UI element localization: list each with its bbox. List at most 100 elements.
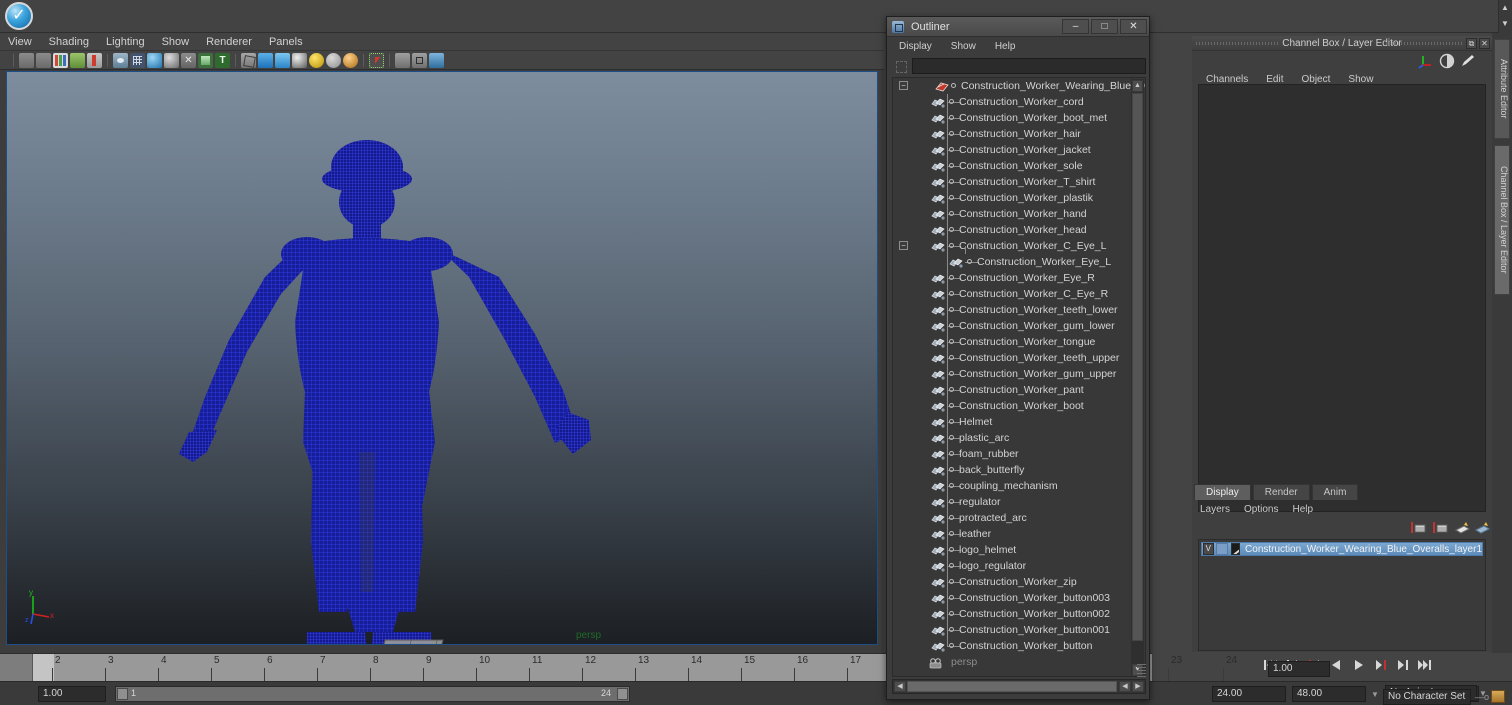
outliner-item[interactable]: back_butterfly xyxy=(893,462,1131,478)
layer-list[interactable]: V Construction_Worker_Wearing_Blue_Overa… xyxy=(1198,539,1486,651)
sphere-blue-icon[interactable] xyxy=(147,52,162,68)
layer-playback-toggle[interactable] xyxy=(1215,543,1228,555)
cube-solid-icon[interactable] xyxy=(258,52,273,68)
outliner-expand-toggle[interactable]: − xyxy=(899,81,908,90)
sphere-gray-icon[interactable] xyxy=(164,52,179,68)
range-end-handle[interactable] xyxy=(617,688,628,700)
outliner-close-button[interactable]: ✕ xyxy=(1120,19,1147,34)
step-forward-frame-icon[interactable] xyxy=(1372,657,1389,673)
film-icon[interactable] xyxy=(292,52,307,68)
axis-move-icon[interactable] xyxy=(1417,53,1434,69)
tab-render[interactable]: Render xyxy=(1252,484,1310,500)
character-set-field[interactable]: No Character Set xyxy=(1383,689,1471,705)
layer-down-icon[interactable] xyxy=(1474,520,1491,536)
outliner-item[interactable]: − Construction_Worker_Wearing_Blue_Overal… xyxy=(893,78,1145,94)
outliner-item[interactable]: Construction_Worker_plastik xyxy=(893,190,1131,206)
grid-icon[interactable] xyxy=(130,52,145,68)
outliner-item[interactable]: foam_rubber xyxy=(893,446,1131,462)
shading-leaf-icon[interactable] xyxy=(70,52,85,68)
camera-attributes-icon[interactable] xyxy=(36,52,51,68)
outliner-item[interactable]: Construction_Worker_teeth_lower xyxy=(893,302,1131,318)
outliner-item[interactable]: logo_regulator xyxy=(893,558,1131,574)
light-yellow-icon[interactable] xyxy=(309,52,324,68)
outliner-item[interactable]: Construction_Worker_pant xyxy=(893,382,1131,398)
outliner-item[interactable]: Construction_Worker_zip xyxy=(893,574,1131,590)
outliner-item[interactable]: − Construction_Worker_C_Eye_L xyxy=(893,238,1131,254)
step-forward-keyframe-icon[interactable] xyxy=(1394,657,1411,673)
outliner-expand-toggle[interactable]: − xyxy=(899,241,908,250)
outliner-item[interactable]: Construction_Worker_head xyxy=(893,222,1131,238)
outliner-item[interactable]: coupling_mechanism xyxy=(893,478,1131,494)
outliner-item[interactable]: Construction_Worker_boot_met xyxy=(893,110,1131,126)
share-icon[interactable] xyxy=(429,52,444,68)
xray-eye-icon[interactable] xyxy=(113,52,128,68)
vtab-attribute-editor[interactable]: Attribute Editor xyxy=(1494,39,1510,139)
outliner-vertical-scrollbar[interactable]: ▲ ▼ xyxy=(1131,79,1144,676)
layer-menu-options[interactable]: Options xyxy=(1244,504,1278,515)
key-link-icon[interactable]: —o xyxy=(1475,692,1489,702)
auto-key-icon[interactable] xyxy=(1491,690,1505,703)
outliner-menu-help[interactable]: Help xyxy=(995,41,1016,52)
search-filter-icon[interactable] xyxy=(892,58,910,74)
tab-anim[interactable]: Anim xyxy=(1311,484,1359,500)
cube-shaded-icon[interactable] xyxy=(275,52,290,68)
light-orange-icon[interactable] xyxy=(343,52,358,68)
outliner-item[interactable]: Construction_Worker_jacket xyxy=(893,142,1131,158)
viewport-menu-shading[interactable]: Shading xyxy=(49,36,89,48)
selection-highlight-icon[interactable] xyxy=(369,52,384,68)
display-bars-icon[interactable] xyxy=(53,52,68,68)
outliner-item[interactable]: Construction_Worker_tongue xyxy=(893,334,1131,350)
current-frame-field[interactable]: 1.00 xyxy=(38,686,106,702)
outliner-item[interactable]: Construction_Worker_cord xyxy=(893,94,1131,110)
outliner-item[interactable]: regulator xyxy=(893,494,1131,510)
outliner-item[interactable]: Helmet xyxy=(893,414,1131,430)
outliner-item[interactable]: Construction_Worker_T_shirt xyxy=(893,174,1131,190)
layer-menu-help[interactable]: Help xyxy=(1292,504,1313,515)
outliner-item[interactable]: Construction_Worker_button002 xyxy=(893,606,1131,622)
outliner-horizontal-scrollbar[interactable]: ◀ ◀ ▶ xyxy=(892,679,1146,694)
pin-icon[interactable] xyxy=(87,52,102,68)
scroll-right-button-b[interactable]: ▶ xyxy=(1132,681,1144,692)
viewport-menu-panels[interactable]: Panels xyxy=(269,36,303,48)
outliner-menu-display[interactable]: Display xyxy=(899,41,932,52)
channel-box-undock-button[interactable]: ⧉ xyxy=(1466,38,1477,49)
pencil-icon[interactable] xyxy=(1459,53,1476,69)
outliner-item[interactable]: Construction_Worker_button003 xyxy=(893,590,1131,606)
outliner-item[interactable]: protracted_arc xyxy=(893,510,1131,526)
outliner-item[interactable]: Construction_Worker_boot xyxy=(893,398,1131,414)
channel-box-attribute-area[interactable] xyxy=(1198,84,1486,512)
outliner-item[interactable]: Construction_Worker_gum_lower xyxy=(893,318,1131,334)
outliner-hscroll-thumb[interactable] xyxy=(907,681,1117,692)
polygon-icon[interactable] xyxy=(241,52,256,68)
time-slider-current-cursor[interactable] xyxy=(33,654,54,682)
viewport-menu-view[interactable]: View xyxy=(8,36,32,48)
anim-end-field[interactable]: 48.00 xyxy=(1292,686,1366,702)
outliner-minimize-button[interactable]: – xyxy=(1062,19,1089,34)
outliner-maximize-button[interactable]: □ xyxy=(1091,19,1118,34)
outliner-search-input[interactable] xyxy=(912,58,1146,74)
viewport-menu-lighting[interactable]: Lighting xyxy=(106,36,145,48)
outliner-item[interactable]: Construction_Worker_hair xyxy=(893,126,1131,142)
3d-viewport[interactable]: y x z xyxy=(6,71,878,645)
tab-display[interactable]: Display xyxy=(1194,484,1251,500)
layer-visibility-toggle[interactable]: V xyxy=(1203,543,1214,555)
new-layer-icon[interactable] xyxy=(1410,520,1427,536)
playback-speed-field[interactable]: 1.00 xyxy=(1268,661,1330,677)
half-circle-icon[interactable] xyxy=(1439,53,1456,69)
outliner-item[interactable]: plastic_arc xyxy=(893,430,1131,446)
anim-start-field[interactable]: 24.00 xyxy=(1212,686,1286,702)
outliner-item[interactable]: Construction_Worker_button xyxy=(893,638,1131,654)
layer-up-icon[interactable] xyxy=(1454,520,1471,536)
outliner-item[interactable]: Construction_Worker_button001 xyxy=(893,622,1131,638)
range-slider[interactable]: 1 24 xyxy=(115,686,630,702)
viewport-menu-show[interactable]: Show xyxy=(162,36,190,48)
scroll-left-button[interactable]: ◀ xyxy=(894,681,906,692)
outliner-item[interactable]: persp xyxy=(893,654,1131,670)
outliner-item[interactable]: Construction_Worker_Eye_L xyxy=(893,254,1131,270)
outliner-item[interactable]: leather xyxy=(893,526,1131,542)
light-gray-icon[interactable] xyxy=(326,52,341,68)
channel-box-close-button[interactable]: ✕ xyxy=(1479,38,1490,49)
anim-layer-dropdown-arrow-icon[interactable]: ▼ xyxy=(1371,690,1380,699)
outliner-item[interactable]: Construction_Worker_hand xyxy=(893,206,1131,222)
scroll-right-button-a[interactable]: ◀ xyxy=(1119,681,1131,692)
